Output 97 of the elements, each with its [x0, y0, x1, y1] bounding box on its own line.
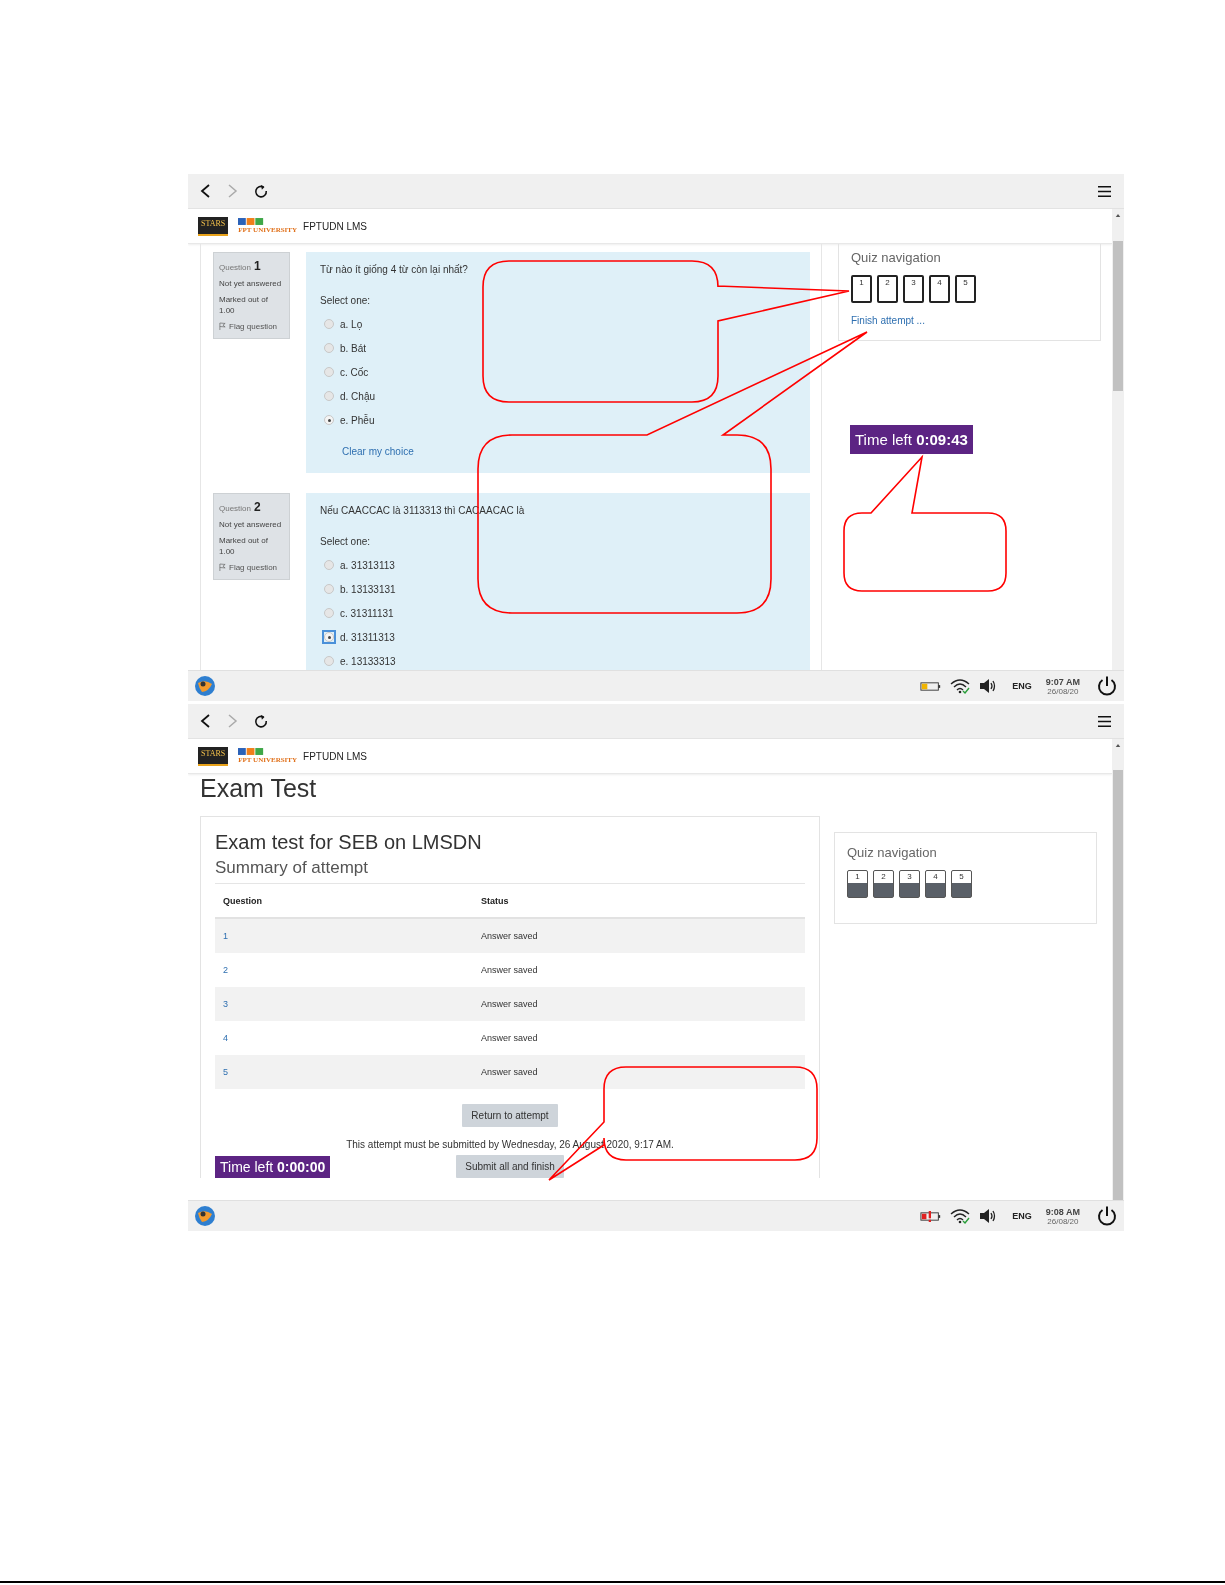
option-label: a. 31313113 — [340, 559, 395, 571]
back-icon[interactable] — [198, 183, 212, 199]
site-name[interactable]: FPTUDN LMS — [303, 220, 367, 232]
finish-attempt-link[interactable]: Finish attempt ... — [851, 315, 1088, 326]
option-label: c. 31311131 — [340, 607, 394, 619]
option-label: b. 13133131 — [340, 583, 396, 595]
scroll-up-icon[interactable] — [1115, 743, 1121, 748]
flag-question-link[interactable]: Flag question — [219, 321, 284, 331]
question-nav-button[interactable]: 2 — [877, 275, 898, 303]
fpt-logo-icon — [238, 748, 265, 755]
stars-logo: STARS — [198, 746, 229, 766]
table-cell-text: Answer saved — [480, 999, 539, 1009]
option-label: e. 13133313 — [340, 655, 396, 667]
question-text: Từ nào ít giống 4 từ còn lại nhất? — [320, 264, 469, 275]
flag-icon[interactable] — [219, 562, 226, 572]
start-orb-icon[interactable] — [194, 675, 216, 697]
option-label: c. Cốc — [340, 366, 369, 378]
flag-question-link[interactable]: Flag question — [219, 562, 284, 572]
start-orb-icon[interactable] — [194, 1205, 216, 1227]
scroll-up-icon[interactable] — [1115, 213, 1121, 218]
battery-icon[interactable] — [920, 680, 943, 692]
fpt-logo-icon — [238, 218, 265, 225]
page-title: Exam Test — [200, 774, 318, 802]
submit-button[interactable]: Submit all and finish — [456, 1155, 564, 1178]
question-nav-button[interactable]: 2 — [873, 870, 894, 898]
language-indicator[interactable]: ENG — [1012, 681, 1032, 691]
flag-icon[interactable] — [219, 321, 226, 331]
select-label: Select one: — [320, 295, 372, 306]
stars-logo: STARS — [198, 216, 229, 236]
radio-button[interactable] — [324, 391, 334, 401]
radio-button[interactable] — [324, 367, 334, 377]
timer-badge: Time left 0:09:43 — [850, 425, 973, 454]
question-nav-button[interactable]: 1 — [851, 275, 872, 303]
question-marks: Marked out of 1.00 — [219, 535, 269, 558]
option-label: e. Phễu — [340, 414, 375, 426]
question-link[interactable]: 1 — [223, 931, 228, 941]
question-nav-button[interactable]: 4 — [925, 870, 946, 898]
radio-button[interactable] — [324, 584, 334, 594]
reload-icon[interactable] — [254, 183, 268, 199]
column-header: Status — [480, 895, 510, 906]
question-label: Question — [219, 504, 252, 513]
return-button[interactable]: Return to attempt — [462, 1104, 558, 1127]
question-label: Question — [219, 263, 252, 272]
language-indicator[interactable]: ENG — [1012, 1211, 1032, 1221]
table-cell-text: Answer saved — [480, 931, 539, 941]
question-nav-button[interactable]: 3 — [899, 870, 920, 898]
table-cell-text: Answer saved — [480, 1067, 539, 1077]
column-header: Question — [222, 895, 263, 906]
radio-button[interactable] — [324, 319, 334, 329]
battery-icon[interactable] — [920, 1210, 943, 1222]
menu-icon[interactable] — [1097, 184, 1112, 198]
clock-date[interactable]: 26/08/20 — [1047, 686, 1079, 696]
radio-button[interactable] — [324, 560, 334, 570]
question-link[interactable]: 4 — [223, 1033, 228, 1043]
option-label: d. Chậu — [340, 390, 376, 402]
question-nav-button[interactable]: 4 — [929, 275, 950, 303]
question-nav-button[interactable]: 1 — [847, 870, 868, 898]
scrollbar[interactable] — [1112, 209, 1124, 670]
power-icon[interactable] — [1096, 675, 1118, 697]
select-label: Select one: — [320, 536, 372, 547]
back-icon[interactable] — [198, 713, 212, 729]
radio-button[interactable] — [324, 608, 334, 618]
wifi-icon[interactable] — [950, 678, 971, 694]
power-icon[interactable] — [1096, 1205, 1118, 1227]
table-cell-text: Answer saved — [480, 1033, 539, 1043]
question-link[interactable]: 5 — [223, 1067, 228, 1077]
option-label: a. Lọ — [340, 318, 363, 330]
wifi-icon[interactable] — [950, 1208, 971, 1224]
question-link[interactable]: 2 — [223, 965, 228, 975]
option-label: b. Bát — [340, 342, 367, 354]
question-status: Not yet answered — [219, 278, 283, 290]
question-number: 1 — [254, 259, 261, 273]
timer-badge: Time left 0:00:00 — [215, 1156, 331, 1178]
table-cell-text: Answer saved — [480, 965, 539, 975]
question-link[interactable]: 3 — [223, 999, 228, 1009]
question-marks: Marked out of 1.00 — [219, 294, 269, 317]
clock-date[interactable]: 26/08/20 — [1047, 1216, 1079, 1226]
quiz-navigation-title: Quiz navigation — [851, 250, 942, 265]
clock-time[interactable]: 9:08 AM — [1045, 1206, 1080, 1217]
clear-choice-link[interactable]: Clear my choice — [342, 446, 796, 457]
question-nav-button[interactable]: 3 — [903, 275, 924, 303]
question-nav-button[interactable]: 5 — [955, 275, 976, 303]
question-status: Not yet answered — [219, 519, 283, 531]
quiz-navigation-title: Quiz navigation — [847, 845, 938, 860]
reload-icon[interactable] — [254, 713, 268, 729]
clock-time[interactable]: 9:07 AM — [1045, 676, 1080, 687]
option-label: d. 31311313 — [340, 631, 395, 643]
site-name[interactable]: FPTUDN LMS — [303, 750, 367, 762]
radio-button[interactable] — [324, 415, 334, 425]
summary-title: Summary of attempt — [215, 858, 805, 884]
question-nav-button[interactable]: 5 — [951, 870, 972, 898]
quiz-title: Exam test for SEB on LMSDN — [215, 831, 483, 854]
scrollbar[interactable] — [1112, 739, 1124, 1200]
question-number: 2 — [254, 500, 261, 514]
menu-icon[interactable] — [1097, 714, 1112, 728]
radio-button[interactable] — [324, 656, 334, 666]
radio-button[interactable] — [324, 343, 334, 353]
